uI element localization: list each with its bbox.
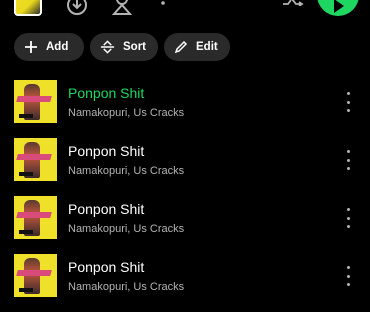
sort-icon [100, 40, 115, 54]
track-more-icon[interactable] [342, 266, 354, 286]
sort-button[interactable]: Sort [90, 33, 158, 61]
sort-button-label: Sort [123, 41, 146, 53]
playlist-cover-thumbnail[interactable] [14, 0, 42, 16]
track-row[interactable]: Ponpon Shit Namakopuri, Us Cracks [0, 196, 370, 254]
track-title: Ponpon Shit [68, 201, 145, 217]
track-row[interactable]: Ponpon Shit Namakopuri, Us Cracks [0, 254, 370, 312]
track-artist: Namakopuri, Us Cracks [68, 165, 185, 177]
play-button[interactable] [317, 0, 359, 16]
album-cover [14, 138, 57, 181]
add-button[interactable]: Add [14, 33, 84, 61]
track-row[interactable]: Ponpon Shit Namakopuri, Us Cracks [0, 138, 370, 196]
track-more-icon[interactable] [342, 92, 354, 112]
action-chips: Add Sort Edit [14, 33, 230, 61]
track-more-icon[interactable] [342, 150, 354, 170]
edit-button-label: Edit [196, 41, 218, 53]
album-cover [14, 254, 57, 297]
track-artist: Namakopuri, Us Cracks [68, 281, 185, 293]
add-button-label: Add [46, 41, 69, 53]
track-artist: Namakopuri, Us Cracks [68, 223, 185, 235]
album-cover [14, 196, 57, 239]
track-title: Ponpon Shit [68, 143, 145, 159]
more-icon[interactable] [160, 0, 166, 6]
playlist-toolbar [0, 0, 370, 22]
pencil-icon [174, 40, 188, 54]
shuffle-icon[interactable] [282, 0, 304, 6]
track-row[interactable]: Ponpon Shit Namakopuri, Us Cracks [0, 80, 370, 138]
plus-icon [25, 41, 37, 53]
download-icon[interactable] [66, 0, 88, 16]
track-more-icon[interactable] [342, 208, 354, 228]
play-icon [334, 0, 344, 13]
track-title: Ponpon Shit [68, 85, 145, 101]
track-title: Ponpon Shit [68, 259, 145, 275]
album-cover [14, 80, 57, 123]
person-icon[interactable] [112, 0, 132, 16]
edit-button[interactable]: Edit [164, 33, 230, 61]
track-list: Ponpon Shit Namakopuri, Us Cracks Ponpon… [0, 80, 370, 312]
track-artist: Namakopuri, Us Cracks [68, 107, 185, 119]
